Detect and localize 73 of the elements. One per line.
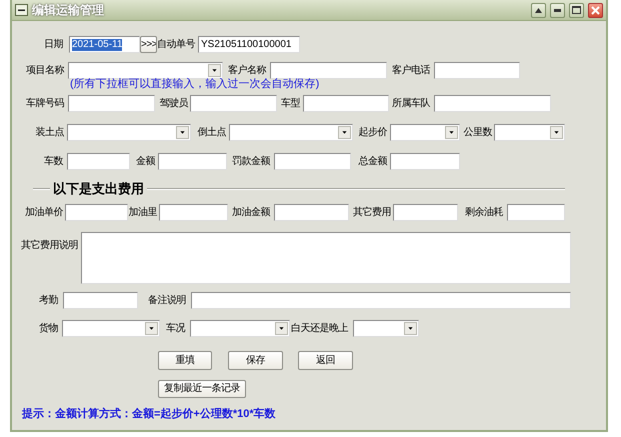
text-field[interactable] [67,153,130,170]
form-button[interactable]: 复制最近一条记录 [158,380,246,398]
field-label: 车型 [281,98,300,110]
text-field[interactable] [63,292,138,309]
field-label: 加油里 [128,206,157,218]
field-label: 备注说明 [148,294,186,306]
field-label: 考勤 [39,294,58,306]
dropdown-field[interactable] [229,124,353,141]
field-label: 车数 [44,156,63,168]
description-field[interactable] [81,232,571,284]
dropdown-field[interactable] [390,124,460,141]
text-field[interactable] [434,62,520,79]
text-field[interactable] [65,204,128,221]
input-hint-note: (所有下拉框可以直接输入，输入过一次会自动保存) [70,78,320,92]
text-field[interactable] [390,153,460,170]
close-button[interactable] [588,2,603,18]
text-field[interactable] [270,62,387,79]
window-menu-icon[interactable] [15,4,28,16]
text-field[interactable] [68,95,155,112]
text-field[interactable] [434,95,551,112]
maximize-icon [572,6,581,14]
field-label: 公里数 [464,126,492,138]
field-label: 所属车队 [392,98,430,110]
field-label: 起步价 [358,126,387,138]
field-label: 项目名称 [26,64,64,76]
dropdown-field[interactable] [67,124,191,141]
text-field[interactable]: YS21051100100001 [198,36,300,53]
text-field[interactable] [274,153,351,170]
field-label: 白天还是晚上 [291,322,348,334]
minimize-button[interactable] [550,2,565,18]
field-label: 金额 [136,156,155,168]
text-field[interactable] [158,153,227,170]
field-label: 车况 [166,322,185,334]
close-icon [591,6,600,14]
rollup-button[interactable] [531,2,546,18]
field-label: 总金额 [358,156,387,168]
form-button[interactable]: 返回 [298,351,353,370]
field-label: 货物 [39,322,58,334]
text-field[interactable] [190,95,277,112]
up-arrow-icon [535,8,542,12]
field-label: 客户电话 [392,64,430,76]
minimize-icon [554,8,561,12]
field-label: 日期 [44,38,63,50]
dropdown-field[interactable] [190,320,290,337]
field-label: 其它费用说明 [21,240,78,252]
text-field[interactable] [303,95,389,112]
hint-text: 提示：金额计算方式：金额=起步价+公理数*10*车数 [22,408,276,422]
text-field[interactable] [393,204,458,221]
form-button[interactable]: 重填 [158,351,212,370]
form-button[interactable]: 保存 [228,351,283,370]
dropdown-field[interactable] [68,62,223,79]
section-heading: 以下是支出费用 [52,180,145,196]
maximize-button[interactable] [569,2,584,18]
field-label: 其它费用 [353,206,391,218]
dropdown-field[interactable] [494,124,565,141]
field-label: 剩余油耗 [465,206,503,218]
field-label: 加油单价 [25,206,63,218]
dropdown-field[interactable] [62,320,160,337]
window-title: 编辑运输管理 [32,2,104,18]
field-label: 加油金额 [232,206,270,218]
text-field[interactable] [159,204,228,221]
field-label: 罚款金额 [232,156,270,168]
field-label: 驾驶员 [160,98,188,110]
field-label: 客户名称 [228,64,266,76]
text-field[interactable] [507,204,565,221]
dropdown-field[interactable] [353,320,419,337]
field-label: 自动单号 [157,38,195,50]
field-label: 装土点 [36,126,64,138]
text-field[interactable] [191,292,571,309]
text-field[interactable] [274,204,349,221]
text-field[interactable]: 2021-05-11 [69,36,140,53]
field-label: 车牌号码 [26,98,64,110]
field-label: 倒土点 [198,126,226,138]
